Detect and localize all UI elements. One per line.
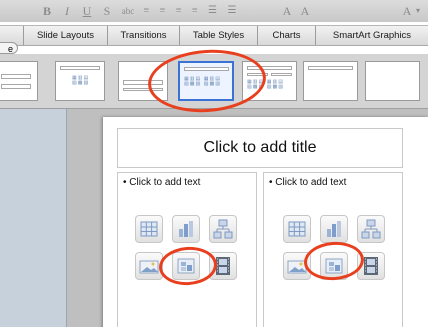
- app-window: B I U S abc ≡ ≡ ≡ ≡ ☰ ☰ A A A ▾ Slide La…: [0, 0, 428, 327]
- layout-thumb-blank[interactable]: [365, 61, 420, 101]
- insert-table-icon[interactable]: [135, 215, 163, 243]
- grow-font-button[interactable]: A: [280, 3, 294, 19]
- font-color-dropdown-icon[interactable]: ▾: [413, 3, 423, 19]
- layout-thumb-title-only-2[interactable]: [303, 61, 358, 101]
- slide-thumbnail-pane[interactable]: [0, 109, 67, 327]
- layout-thumb-title-content[interactable]: ▦▥▤ ▧▩▨: [55, 61, 105, 101]
- ribbon-tab-bar: Slide Layouts Transitions Table Styles C…: [0, 25, 428, 46]
- italic-button[interactable]: I: [60, 3, 74, 19]
- shadow-button[interactable]: S: [100, 3, 114, 19]
- tab-transitions[interactable]: Transitions: [108, 26, 180, 45]
- thumb-line: [308, 66, 353, 70]
- insert-table-icon[interactable]: [283, 215, 311, 243]
- format-toolbar: B I U S abc ≡ ≡ ≡ ≡ ☰ ☰ A A A ▾: [0, 0, 428, 22]
- thumb-icon-grid: ▦▥▤ ▧▩▨: [72, 75, 90, 86]
- tab-charts[interactable]: Charts: [258, 26, 316, 45]
- title-placeholder[interactable]: Click to add title: [117, 128, 403, 168]
- thumb-line: [60, 66, 100, 70]
- font-color-button[interactable]: A: [400, 3, 414, 19]
- shrink-font-button[interactable]: A: [298, 3, 312, 19]
- layout-thumb-title-only[interactable]: [0, 61, 38, 101]
- underline-button[interactable]: U: [80, 3, 94, 19]
- bold-button[interactable]: B: [40, 3, 54, 19]
- align-icons[interactable]: ≡ ≡ ≡ ≡ ☰ ☰: [142, 3, 242, 19]
- insert-smartart-icon[interactable]: [209, 215, 237, 243]
- thumb-line: [1, 84, 31, 89]
- ribbon-group-tab[interactable]: e: [0, 42, 18, 54]
- tab-smartart-graphics[interactable]: SmartArt Graphics: [316, 26, 428, 45]
- tab-slide-layouts[interactable]: Slide Layouts: [24, 26, 108, 45]
- thumb-line: [1, 74, 31, 79]
- insert-chart-icon[interactable]: [172, 215, 200, 243]
- content-placeholder-text: • Click to add text: [269, 177, 347, 188]
- strikethrough-icon[interactable]: abc: [121, 3, 135, 19]
- content-placeholder-text: • Click to add text: [123, 177, 201, 188]
- insert-chart-icon[interactable]: [320, 215, 348, 243]
- thumb-line: [271, 73, 292, 76]
- tab-table-styles[interactable]: Table Styles: [180, 26, 258, 45]
- insert-smartart-icon[interactable]: [357, 215, 385, 243]
